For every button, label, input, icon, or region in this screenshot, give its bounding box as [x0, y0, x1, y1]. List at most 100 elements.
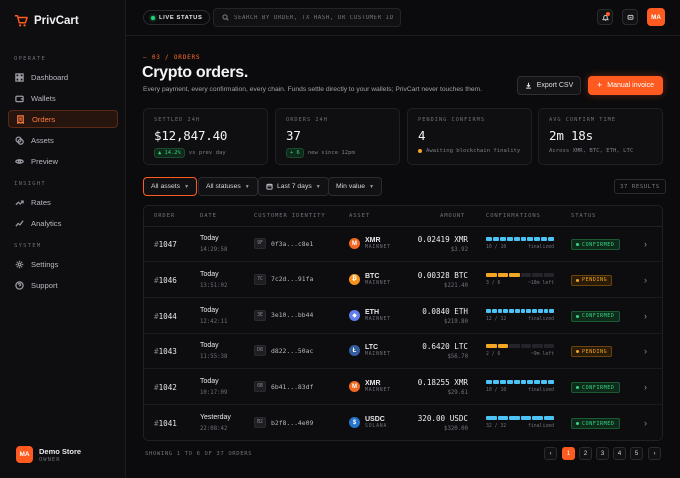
nav-dashboard[interactable]: Dashboard: [8, 68, 118, 86]
confirmation-segment: [486, 416, 497, 420]
nav-orders[interactable]: Orders: [8, 110, 118, 128]
live-status-badge[interactable]: LIVE STATUS: [143, 10, 211, 25]
confirmation-bar: [486, 416, 554, 420]
order-id[interactable]: #1046: [154, 276, 177, 285]
col-customer[interactable]: CUSTOMER IDENTITY: [254, 213, 326, 219]
nav-preview[interactable]: Preview: [8, 152, 118, 170]
amount-usd: $3.92: [450, 247, 468, 253]
confirmation-segment: [497, 344, 508, 349]
customer-identity[interactable]: D8 d822...50ac: [254, 345, 313, 357]
confirmation-segment: [499, 237, 506, 241]
nav-label: Support: [31, 280, 58, 290]
chevron-right-icon[interactable]: ›: [644, 275, 647, 285]
brand-name: PrivCart: [34, 15, 79, 27]
confirmation-segment: [520, 416, 531, 420]
prev-page-button[interactable]: ‹: [544, 447, 557, 460]
chevron-right-icon[interactable]: ›: [644, 418, 647, 428]
nav-wallets[interactable]: Wallets: [8, 89, 118, 107]
col-amount[interactable]: AMOUNT: [440, 213, 465, 219]
nav-settings[interactable]: Settings: [8, 255, 118, 273]
status-label: CONFIRMED: [582, 241, 615, 248]
messages-button[interactable]: [622, 9, 638, 25]
page-2-button[interactable]: 2: [579, 447, 592, 460]
col-status[interactable]: STATUS: [571, 213, 596, 219]
table-row[interactable]: #1043 Today 11:55:38 D8 d822...50ac Ł LTC MAINN…: [144, 334, 662, 370]
confirmation-segment: [527, 380, 534, 385]
amount-cell: 0.0840 ETH $219.80: [422, 307, 468, 325]
live-dot-icon: [151, 15, 155, 20]
filter-assets[interactable]: All assets ▼: [143, 177, 198, 196]
customer-identity[interactable]: 9F 0f3a...c8e1: [254, 238, 313, 249]
customer-identity[interactable]: 6B 6b41...83df: [254, 381, 313, 393]
page-3-button[interactable]: 3: [596, 447, 609, 460]
amount-usd: $29.61: [447, 390, 468, 397]
coin-xmr-icon: M: [349, 238, 360, 249]
results-count: 37 RESULTS: [614, 179, 666, 194]
stat-note: new since 12pm: [307, 150, 355, 156]
table-row[interactable]: #1041 Yesterday 22:08:42 B2 b2f8...4e09 $ USDC…: [144, 406, 662, 440]
confirmation-segment: [506, 237, 513, 241]
next-page-button[interactable]: ›: [648, 447, 661, 460]
chevron-right-icon[interactable]: ›: [644, 311, 647, 321]
customer-badge: 3E: [254, 309, 266, 321]
confirmation-segment: [520, 237, 527, 241]
status-badge: CONFIRMED: [571, 239, 620, 250]
order-time: 12:42:11: [200, 318, 228, 325]
col-confirmations[interactable]: CONFIRMATIONS: [486, 213, 541, 219]
nav-support[interactable]: Support: [8, 276, 118, 294]
order-id[interactable]: #1042: [154, 383, 177, 392]
filter-min-value[interactable]: Min value ▼: [328, 177, 383, 196]
order-id[interactable]: #1041: [154, 419, 177, 428]
nav-rates[interactable]: Rates: [8, 193, 118, 211]
store-switcher[interactable]: MA Demo Store OWNER: [16, 446, 81, 463]
table-row[interactable]: #1046 Today 13:51:02 7C 7c2d...91fa ₿ BTC MAINN…: [144, 263, 662, 298]
export-csv-button[interactable]: Export CSV: [517, 76, 581, 95]
customer-identity[interactable]: B2 b2f8...4e09: [254, 417, 313, 428]
chevron-right-icon[interactable]: ›: [644, 239, 647, 249]
stat-sub: + 6 new since 12pm: [286, 148, 389, 158]
chevron-right-icon[interactable]: ›: [644, 382, 647, 392]
confirmation-segment: [537, 308, 543, 313]
amount-cell: 0.18255 XMR $29.61: [418, 378, 468, 396]
user-avatar[interactable]: MA: [647, 8, 665, 26]
col-asset[interactable]: ASSET: [349, 213, 370, 219]
order-id[interactable]: #1044: [154, 312, 177, 321]
asset-network: MAINNET: [365, 280, 391, 286]
table-row[interactable]: #1047 Today 14:29:58 9F 0f3a...c8e1 M XMR MAINN…: [144, 227, 662, 262]
filter-statuses[interactable]: All statuses ▼: [198, 177, 258, 196]
manual-invoice-button[interactable]: + Manual invoice: [588, 76, 663, 95]
confirmation-segment: [486, 344, 497, 349]
page-1-button[interactable]: 1: [562, 447, 575, 460]
page-4-button[interactable]: 4: [613, 447, 626, 460]
chevron-right-icon[interactable]: ›: [644, 346, 647, 356]
search-box[interactable]: [213, 8, 401, 27]
stat-value: $12,847.40: [154, 128, 228, 143]
page-5-button[interactable]: 5: [630, 447, 643, 460]
notifications-button[interactable]: [597, 9, 613, 25]
table-row[interactable]: #1044 Today 12:42:11 3E 3e10...bb44 ◆ ETH MAINN…: [144, 299, 662, 334]
order-number: 1041: [158, 419, 177, 428]
nav-assets[interactable]: Assets: [8, 131, 118, 149]
stat-pending: PENDING CONFIRMS 4 Awaiting blockchain f…: [407, 108, 532, 165]
status-dot-icon: [576, 422, 579, 425]
filter-date-range[interactable]: Last 7 days ▼: [258, 177, 329, 196]
col-order[interactable]: ORDER: [154, 213, 175, 219]
confirmation-segment: [513, 380, 520, 385]
order-id[interactable]: #1047: [154, 240, 177, 249]
wallet-icon: [15, 95, 24, 102]
confirmation-segment: [541, 237, 548, 241]
asset-network: MAINNET: [365, 245, 391, 250]
search-input[interactable]: [234, 14, 399, 21]
amount-cell: 0.00328 BTC $221.40: [418, 271, 468, 289]
table-row[interactable]: #1042 Today 10:17:09 6B 6b41...83df M XMR MAINN…: [144, 370, 662, 406]
col-date[interactable]: DATE: [200, 213, 217, 219]
confirmation-note: ~18m left: [528, 280, 554, 286]
brand[interactable]: PrivCart: [14, 14, 79, 28]
search-icon: [222, 14, 229, 21]
customer-identity[interactable]: 7C 7c2d...91fa: [254, 273, 313, 285]
manual-label: Manual invoice: [607, 82, 654, 89]
nav-label: Settings: [31, 259, 59, 269]
customer-identity[interactable]: 3E 3e10...bb44: [254, 309, 313, 321]
nav-analytics[interactable]: Analytics: [8, 214, 118, 232]
order-id[interactable]: #1043: [154, 347, 177, 356]
